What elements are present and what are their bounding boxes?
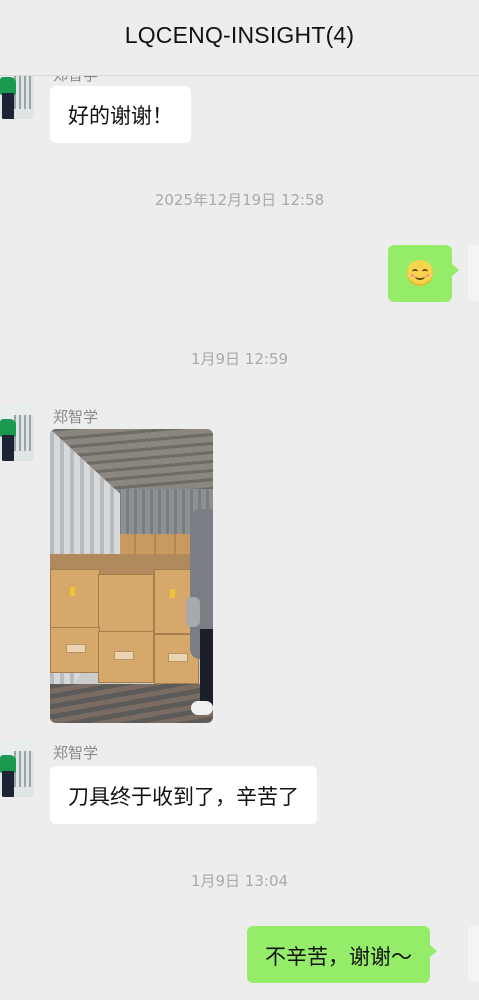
avatar[interactable] [0,405,34,461]
avatar[interactable] [0,741,34,797]
timestamp: 2025年12月19日 12:58 [154,191,325,209]
timestamp: 1月9日 13:04 [190,872,289,890]
sender-name: 郑智学 [53,408,99,426]
smiling-face-emoji [407,260,433,286]
message-bubble[interactable]: 不辛苦，谢谢～ [247,926,437,983]
message-text: 好的谢谢！ [68,104,173,128]
chat-title[interactable]: LQCENQ-INSIGHT(4) [0,22,479,49]
container-boxes-photo[interactable] [50,429,213,723]
self-avatar[interactable] [468,245,479,301]
self-avatar[interactable] [468,926,479,982]
message-text: 刀具终于收到了，辛苦了 [68,785,299,809]
chat-header: LQCENQ-INSIGHT(4) [0,0,479,76]
chat-screen: 郑智学 好的谢谢！ 2025年12月19日 12:58 1月9日 12:59 郑… [0,0,479,1000]
message-text: 不辛苦，谢谢～ [265,945,412,969]
timestamp: 1月9日 12:59 [190,350,289,368]
message-bubble[interactable]: 刀具终于收到了，辛苦了 [50,766,317,824]
sender-name: 郑智学 [53,744,99,762]
message-bubble[interactable]: 好的谢谢！ [50,86,191,143]
message-bubble[interactable] [388,245,459,302]
